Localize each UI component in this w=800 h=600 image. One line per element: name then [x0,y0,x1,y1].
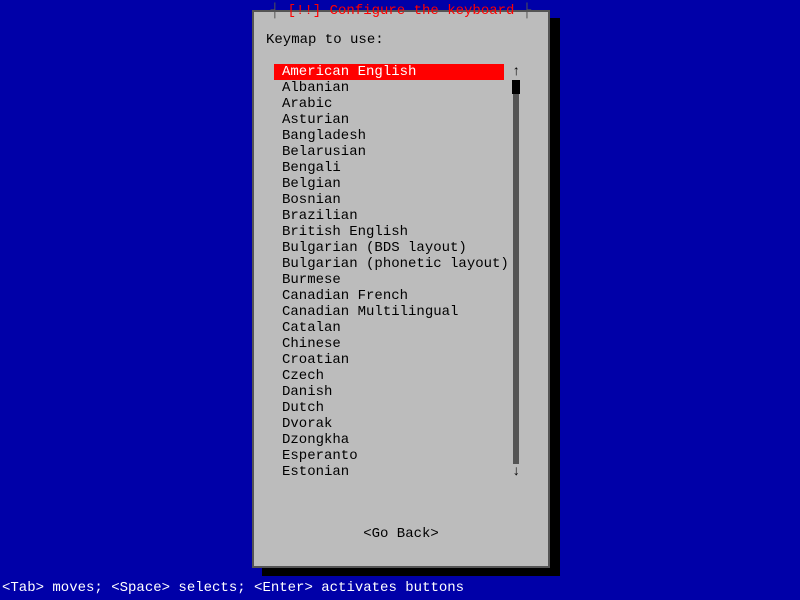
keymap-option[interactable]: Bengali [274,160,532,176]
scrollbar[interactable]: ↑ ↓ [512,64,522,480]
keymap-option[interactable]: British English [274,224,532,240]
title-marker: [!!] [288,3,322,19]
keymap-option[interactable]: Albanian [274,80,532,96]
keymap-option[interactable]: Catalan [274,320,532,336]
keymap-option[interactable]: American English [274,64,504,80]
keymap-option[interactable]: Czech [274,368,532,384]
configure-keyboard-dialog: ┤ [!!] Configure the keyboard ├ Keymap t… [252,10,550,568]
go-back-button[interactable]: <Go Back> [254,526,548,542]
keymap-listbox[interactable]: American EnglishAlbanianArabicAsturianBa… [274,64,532,480]
title-prefix: ┤ [271,3,288,19]
keymap-option[interactable]: Canadian Multilingual [274,304,532,320]
keymap-option[interactable]: Estonian [274,464,532,480]
scroll-down-icon[interactable]: ↓ [512,464,520,480]
dialog-title: ┤ [!!] Configure the keyboard ├ [254,3,548,19]
keymap-option[interactable]: Burmese [274,272,532,288]
keymap-option[interactable]: Croatian [274,352,532,368]
keymap-option[interactable]: Bulgarian (BDS layout) [274,240,532,256]
keymap-option[interactable]: Esperanto [274,448,532,464]
keymap-option[interactable]: Asturian [274,112,532,128]
title-suffix: ├ [514,3,531,19]
scroll-up-icon[interactable]: ↑ [512,64,522,80]
keymap-option[interactable]: Dzongkha [274,432,532,448]
keymap-option[interactable]: Arabic [274,96,532,112]
key-hint: <Tab> moves; <Space> selects; <Enter> ac… [0,580,464,596]
title-text: Configure the keyboard [321,3,514,19]
keymap-option[interactable]: Brazilian [274,208,532,224]
keymap-option[interactable]: Bosnian [274,192,532,208]
prompt-label: Keymap to use: [266,32,384,48]
keymap-option[interactable]: Chinese [274,336,532,352]
keymap-option[interactable]: Bulgarian (phonetic layout) [274,256,532,272]
keymap-option[interactable]: Belarusian [274,144,532,160]
keymap-option[interactable]: Canadian French [274,288,532,304]
keymap-option[interactable]: Belgian [274,176,532,192]
keymap-option[interactable]: Danish [274,384,532,400]
keymap-option[interactable]: Dvorak [274,416,532,432]
keymap-option[interactable]: Dutch [274,400,532,416]
scroll-track[interactable] [513,80,519,464]
scroll-thumb[interactable] [512,80,520,94]
keymap-option[interactable]: Bangladesh [274,128,532,144]
